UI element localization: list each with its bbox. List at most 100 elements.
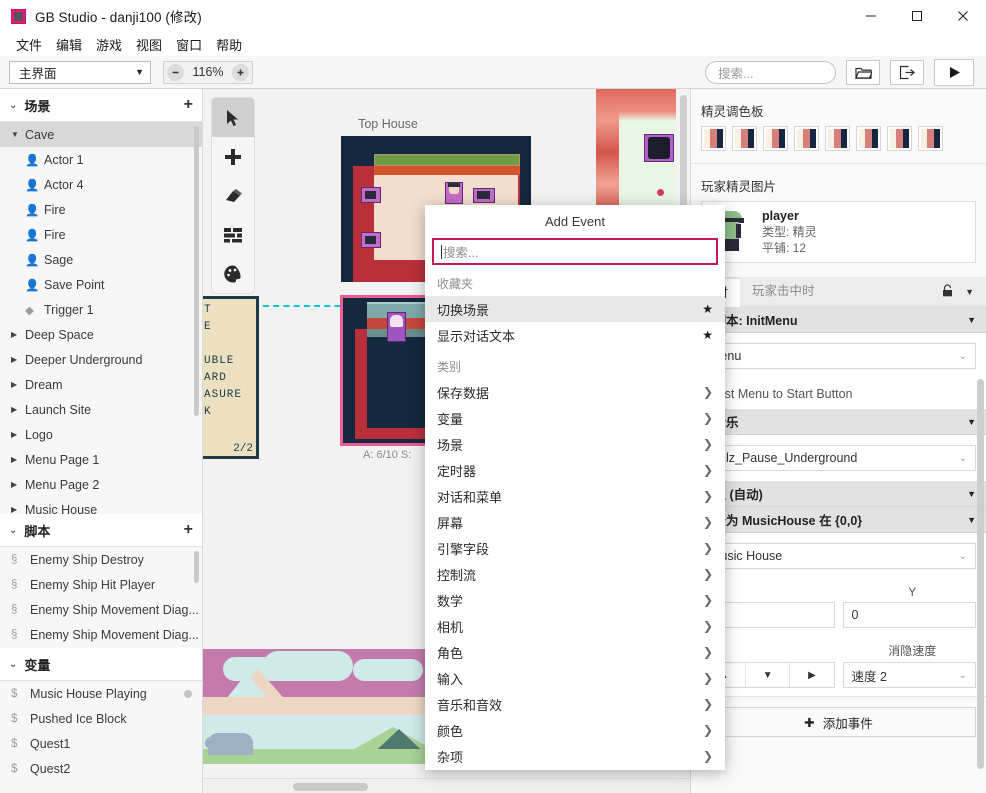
category-item-control-flow[interactable]: 控制流 ❯ [425,561,725,587]
add-script-button[interactable]: + [184,521,193,539]
category-item-camera[interactable]: 相机 ❯ [425,613,725,639]
scene-item-menu-page-2[interactable]: ▶ Menu Page 2 [0,472,202,497]
minimize-button[interactable] [848,0,894,33]
scene-item-cave[interactable]: ▼ Cave [0,122,202,147]
scenes-list[interactable]: ▼ Cave 👤 Actor 1 👤 Actor 4 👤 Fire 👤 Fire 👤 Sa… [0,122,202,515]
palette-swatch[interactable] [856,126,881,151]
maximize-button[interactable] [894,0,940,33]
list-item[interactable]: 👤 Save Point [0,272,202,297]
list-item[interactable]: § Enemy Ship Destroy [0,547,202,572]
menu-file[interactable]: 文件 [9,33,49,56]
menu-view[interactable]: 视图 [129,33,169,56]
eraser-tool-button[interactable] [212,176,254,215]
category-item-math[interactable]: 数学 ❯ [425,587,725,613]
list-item[interactable]: $ Quest1 [0,731,202,756]
scene-strip-header[interactable]: 场景为 MusicHouse 在 {0,0} ▼ [691,507,986,533]
scene-item-menu-page-1[interactable]: ▶ Menu Page 1 [0,447,202,472]
category-item-dialogue-menu[interactable]: 对话和菜单 ❯ [425,483,725,509]
y-input[interactable]: 0 [842,602,976,628]
add-scene-button[interactable]: + [184,96,193,114]
zoom-in-button[interactable] [232,63,249,81]
zoom-out-button[interactable] [167,63,184,81]
list-item[interactable]: 👤 Sage [0,247,202,272]
variables-section-header[interactable]: ⌄ 变量 [0,648,202,682]
category-item-misc[interactable]: 杂项 ❯ [425,743,725,769]
palette-swatch[interactable] [763,126,788,151]
chevron-down-icon[interactable]: ▼ [965,287,974,297]
list-item[interactable]: $ Pushed Ice Block [0,706,202,731]
star-icon[interactable]: ★ [702,302,713,316]
scene-item-launch-site[interactable]: ▶ Launch Site [0,397,202,422]
play-button[interactable] [934,58,974,86]
collision-tool-button[interactable] [212,215,254,254]
category-item-engine-fields[interactable]: 引擎字段 ❯ [425,535,725,561]
variables-list[interactable]: $ Music House Playing $ Pushed Ice Block $… [0,681,202,793]
palette-swatch[interactable] [918,126,943,151]
scene-item-dream[interactable]: ▶ Dream [0,372,202,397]
scene-item-logo[interactable]: ▶ Logo [0,422,202,447]
category-item-actor[interactable]: 角色 ❯ [425,639,725,665]
fade-strip-header[interactable]: 淡入 (自动) ▼ [691,481,986,507]
tab-on-player-hit[interactable]: 玩家击中时 [740,277,827,306]
search-input[interactable]: 搜索... [705,60,836,84]
palette-swatch[interactable] [887,126,912,151]
event-item-switch-scene[interactable]: 切换场景 ★ [425,296,725,322]
scenes-scrollbar[interactable] [194,126,199,416]
list-item[interactable]: ◆ Trigger 1 [0,297,202,322]
music-strip-header[interactable]: 放音乐 ▼ [691,409,986,435]
canvas-hscroll-thumb[interactable] [293,783,368,791]
direction-down-button[interactable]: ▼ [746,663,791,687]
event-search-input[interactable]: 搜索... [432,238,718,265]
category-item-music-sound[interactable]: 音乐和音效 ❯ [425,691,725,717]
player-sprite-card[interactable]: player 类型: 精灵 平铺: 12 [701,201,976,263]
list-item[interactable]: 👤 Fire [0,222,202,247]
right-panel-scrollbar[interactable] [977,379,984,769]
event-item-show-dialogue[interactable]: 显示对话文本 ★ [425,322,725,348]
category-item-scene[interactable]: 场景 ❯ [425,431,725,457]
scenes-section-header[interactable]: ⌄ 场景 + [0,89,202,122]
select-tool-button[interactable] [212,98,254,137]
menu-game[interactable]: 游戏 [89,33,129,56]
list-item[interactable]: § Enemy Ship Movement Diag... [0,597,202,622]
palette-tool-button[interactable] [212,254,254,293]
scripts-list[interactable]: § Enemy Ship Destroy § Enemy Ship Hit Play… [0,547,202,649]
list-item[interactable]: § Enemy Ship Movement Diag... [0,622,202,647]
list-item[interactable]: 👤 Actor 4 [0,172,202,197]
scene-preview-menu-page[interactable]: T E UBLE ARD ASURE K 2/2 [203,296,259,459]
star-icon[interactable]: ★ [702,328,713,342]
scene-item-deep-space[interactable]: ▶ Deep Space [0,322,202,347]
fade-speed-select[interactable]: 速度 2 ⌄ [842,662,976,688]
list-item[interactable]: $ Music House Playing [0,681,202,706]
add-event-button[interactable]: ✚ 添加事件 [701,707,976,737]
script-strip-header[interactable]: 用脚本: InitMenu ▼ [691,307,986,333]
scene-select[interactable]: Music House ⌄ [701,543,976,569]
category-item-color[interactable]: 颜色 ❯ [425,717,725,743]
palette-swatch[interactable] [794,126,819,151]
category-item-variables[interactable]: 变量 ❯ [425,405,725,431]
scripts-section-header[interactable]: ⌄ 脚本 + [0,514,202,548]
list-item[interactable]: 👤 Actor 1 [0,147,202,172]
menu-help[interactable]: 帮助 [209,33,249,56]
add-tool-button[interactable] [212,137,254,176]
menu-edit[interactable]: 编辑 [49,33,89,56]
open-folder-button[interactable] [846,59,880,85]
palette-swatch[interactable] [732,126,757,151]
scripts-scrollbar[interactable] [194,551,199,584]
category-item-screen[interactable]: 屏幕 ❯ [425,509,725,535]
close-button[interactable] [940,0,986,33]
scene-preview-cave[interactable] [596,89,681,215]
canvas-horizontal-scrollbar[interactable] [203,778,690,793]
list-item[interactable]: $ Quest2 [0,756,202,781]
list-item[interactable]: 👤 Fire [0,197,202,222]
palette-swatch[interactable] [825,126,850,151]
music-select[interactable]: Rulz_Pause_Underground ⌄ [701,445,976,471]
category-item-timer[interactable]: 定时器 ❯ [425,457,725,483]
list-item[interactable]: § Enemy Ship Hit Player [0,572,202,597]
scene-item-music-house[interactable]: ▶ Music House [0,497,202,515]
view-select-dropdown[interactable]: 主界面 ▼ [9,60,151,84]
category-item-save-data[interactable]: 保存数据 ❯ [425,379,725,405]
lock-icon[interactable] [942,283,953,300]
menu-window[interactable]: 窗口 [169,33,209,56]
export-button[interactable] [890,59,924,85]
palette-swatch[interactable] [701,126,726,151]
